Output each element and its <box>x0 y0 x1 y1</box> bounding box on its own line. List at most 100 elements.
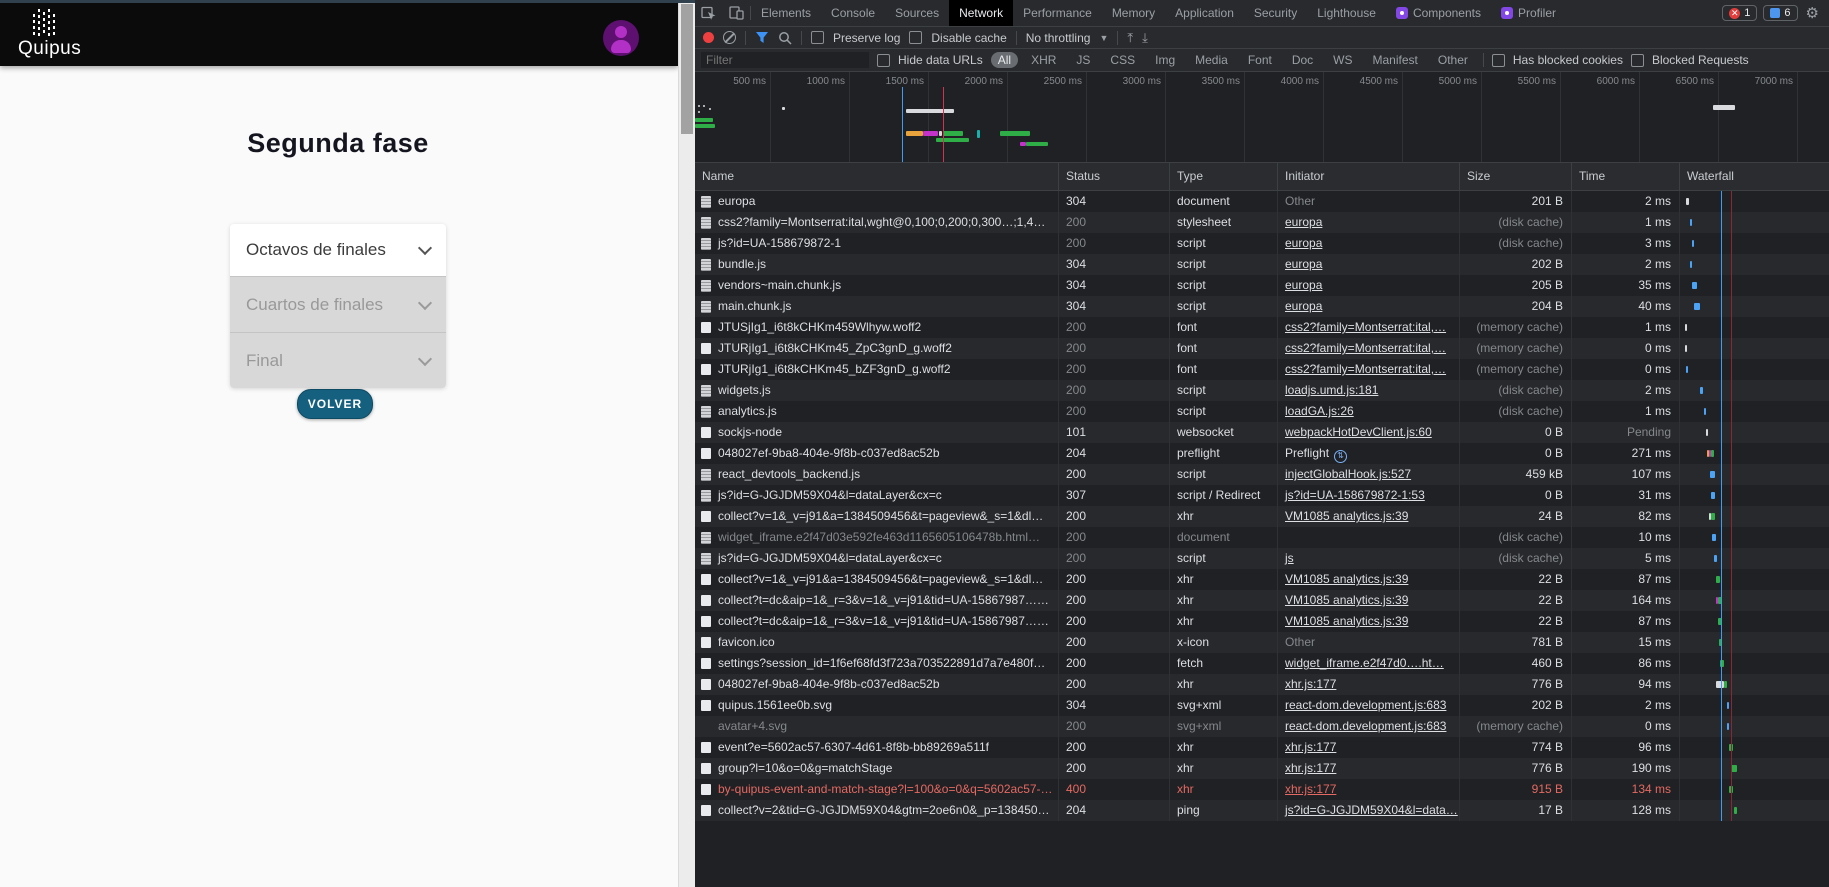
initiator-link[interactable]: react-dom.development.js:683 <box>1285 719 1446 733</box>
tab-application[interactable]: Application <box>1165 0 1244 26</box>
tab-elements[interactable]: Elements <box>751 0 821 26</box>
table-row[interactable]: event?e=5602ac57-6307-4d61-8f8b-bb89269a… <box>695 737 1829 758</box>
has-blocked-cookies-checkbox[interactable] <box>1492 54 1505 67</box>
column-header-size[interactable]: Size <box>1460 163 1572 190</box>
table-row[interactable]: collect?v=1&_v=j91&a=1384509456&t=pagevi… <box>695 506 1829 527</box>
initiator-link[interactable]: europa <box>1285 236 1322 250</box>
blocked-requests-label[interactable]: Blocked Requests <box>1652 53 1749 67</box>
initiator-link[interactable]: js <box>1285 551 1294 565</box>
tab-console[interactable]: Console <box>821 0 885 26</box>
table-row[interactable]: collect?t=dc&aip=1&_r=3&v=1&_v=j91&tid=U… <box>695 611 1829 632</box>
initiator-link[interactable]: js?id=G-JGJDM59X04&l=data… <box>1285 803 1458 817</box>
export-har-icon[interactable]: ⤓ <box>1142 31 1148 44</box>
timeline-overview[interactable]: 500 ms1000 ms1500 ms2000 ms2500 ms3000 m… <box>695 72 1829 163</box>
initiator-link[interactable]: xhr.js:177 <box>1285 740 1336 754</box>
initiator-link[interactable]: loadjs.umd.js:181 <box>1285 383 1378 397</box>
column-header-type[interactable]: Type <box>1170 163 1278 190</box>
avatar[interactable] <box>603 20 639 56</box>
import-har-icon[interactable]: ⤒ <box>1127 31 1133 44</box>
settings-gear-icon[interactable]: ⚙ <box>1806 4 1819 22</box>
preserve-log-checkbox[interactable] <box>811 31 824 44</box>
app-scrollbar[interactable] <box>678 0 696 887</box>
column-header-status[interactable]: Status <box>1059 163 1170 190</box>
table-row[interactable]: group?l=10&o=0&g=matchStage200xhrxhr.js:… <box>695 758 1829 779</box>
column-header-time[interactable]: Time <box>1572 163 1680 190</box>
disable-cache-checkbox[interactable] <box>909 31 922 44</box>
filter-pill-all[interactable]: All <box>991 52 1018 68</box>
tab-components[interactable]: Components <box>1386 0 1491 26</box>
throttling-select[interactable]: No throttling <box>1026 31 1091 45</box>
filter-pill-font[interactable]: Font <box>1241 52 1279 68</box>
table-row[interactable]: widgets.js200scriptloadjs.umd.js:181(dis… <box>695 380 1829 401</box>
disable-cache-label[interactable]: Disable cache <box>931 31 1006 45</box>
table-row[interactable]: css2?family=Montserrat:ital,wght@0,100;0… <box>695 212 1829 233</box>
initiator-link[interactable]: xhr.js:177 <box>1285 761 1336 775</box>
filter-pill-other[interactable]: Other <box>1431 52 1475 68</box>
table-row[interactable]: sockjs-node101websocketwebpackHotDevClie… <box>695 422 1829 443</box>
filter-pill-css[interactable]: CSS <box>1103 52 1142 68</box>
table-row[interactable]: vendors~main.chunk.js304scripteuropa205 … <box>695 275 1829 296</box>
initiator-link[interactable]: europa <box>1285 299 1322 313</box>
tab-profiler[interactable]: Profiler <box>1491 0 1566 26</box>
initiator-link[interactable]: xhr.js:177 <box>1285 782 1336 796</box>
initiator-link[interactable]: xhr.js:177 <box>1285 677 1336 691</box>
filter-input[interactable] <box>701 52 869 68</box>
table-row[interactable]: bundle.js304scripteuropa202 B2 ms <box>695 254 1829 275</box>
initiator-link[interactable]: loadGA.js:26 <box>1285 404 1354 418</box>
tab-security[interactable]: Security <box>1244 0 1307 26</box>
table-row[interactable]: favicon.ico200x-iconOther781 B15 ms <box>695 632 1829 653</box>
initiator-link[interactable]: VM1085 analytics.js:39 <box>1285 509 1408 523</box>
filter-pill-js[interactable]: JS <box>1069 52 1097 68</box>
table-row[interactable]: analytics.js200scriptloadGA.js:26(disk c… <box>695 401 1829 422</box>
message-badge[interactable]: 6 <box>1763 5 1797 21</box>
column-header-initiator[interactable]: Initiator <box>1278 163 1460 190</box>
filter-pill-media[interactable]: Media <box>1188 52 1235 68</box>
throttling-caret-icon[interactable]: ▼ <box>1099 33 1108 43</box>
has-blocked-cookies-label[interactable]: Has blocked cookies <box>1513 53 1623 67</box>
table-row[interactable]: JTUSjIg1_i6t8kCHKm459Wlhyw.woff2200fontc… <box>695 317 1829 338</box>
table-row[interactable]: europa304documentOther201 B2 ms <box>695 191 1829 212</box>
initiator-link[interactable]: webpackHotDevClient.js:60 <box>1285 425 1432 439</box>
tab-lighthouse[interactable]: Lighthouse <box>1307 0 1386 26</box>
device-toolbar-icon[interactable] <box>729 6 744 20</box>
app-scrollbar-thumb[interactable] <box>681 4 693 134</box>
table-row[interactable]: avatar+4.svg200svg+xmlreact-dom.developm… <box>695 716 1829 737</box>
table-row[interactable]: js?id=G-JGJDM59X04&l=dataLayer&cx=c307sc… <box>695 485 1829 506</box>
table-row[interactable]: JTURjIg1_i6t8kCHKm45_bZF3gnD_g.woff2200f… <box>695 359 1829 380</box>
initiator-link[interactable]: VM1085 analytics.js:39 <box>1285 614 1408 628</box>
error-badge[interactable]: ✕ 1 <box>1722 5 1757 21</box>
preserve-log-label[interactable]: Preserve log <box>833 31 900 45</box>
search-icon[interactable] <box>778 31 792 45</box>
table-row[interactable]: main.chunk.js304scripteuropa204 B40 ms <box>695 296 1829 317</box>
initiator-link[interactable]: VM1085 analytics.js:39 <box>1285 572 1408 586</box>
tab-memory[interactable]: Memory <box>1102 0 1165 26</box>
table-row[interactable]: 048027ef-9ba8-404e-9f8b-c037ed8ac52b200x… <box>695 674 1829 695</box>
table-row[interactable]: widget_iframe.e2f47d03e592fe463d11656051… <box>695 527 1829 548</box>
initiator-link[interactable]: react-dom.development.js:683 <box>1285 698 1446 712</box>
table-row[interactable]: by-quipus-event-and-match-stage?l=100&o=… <box>695 779 1829 800</box>
tab-performance[interactable]: Performance <box>1013 0 1102 26</box>
record-button[interactable] <box>703 32 714 43</box>
initiator-link[interactable]: europa <box>1285 257 1322 271</box>
table-row[interactable]: react_devtools_backend.js200scriptinject… <box>695 464 1829 485</box>
filter-pill-manifest[interactable]: Manifest <box>1366 52 1425 68</box>
initiator-link[interactable]: europa <box>1285 215 1322 229</box>
filter-funnel-icon[interactable] <box>755 31 769 44</box>
blocked-requests-checkbox[interactable] <box>1631 54 1644 67</box>
table-row[interactable]: quipus.1561ee0b.svg304svg+xmlreact-dom.d… <box>695 695 1829 716</box>
hide-data-urls-checkbox[interactable] <box>877 54 890 67</box>
table-row[interactable]: collect?t=dc&aip=1&_r=3&v=1&_v=j91&tid=U… <box>695 590 1829 611</box>
table-row[interactable]: JTURjIg1_i6t8kCHKm45_ZpC3gnD_g.woff2200f… <box>695 338 1829 359</box>
clear-icon[interactable] <box>723 31 736 44</box>
volver-button[interactable]: VOLVER <box>297 389 373 419</box>
filter-pill-doc[interactable]: Doc <box>1285 52 1320 68</box>
initiator-link[interactable]: css2?family=Montserrat:ital,… <box>1285 320 1446 334</box>
initiator-link[interactable]: europa <box>1285 278 1322 292</box>
table-row[interactable]: collect?v=2&tid=G-JGJDM59X04&gtm=2oe6n0&… <box>695 800 1829 821</box>
column-header-waterfall[interactable]: Waterfall <box>1680 163 1829 190</box>
tab-network[interactable]: Network <box>949 0 1013 26</box>
filter-pill-img[interactable]: Img <box>1148 52 1182 68</box>
initiator-link[interactable]: css2?family=Montserrat:ital,… <box>1285 362 1446 376</box>
table-row[interactable]: js?id=UA-158679872-1200scripteuropa(disk… <box>695 233 1829 254</box>
tab-sources[interactable]: Sources <box>885 0 949 26</box>
